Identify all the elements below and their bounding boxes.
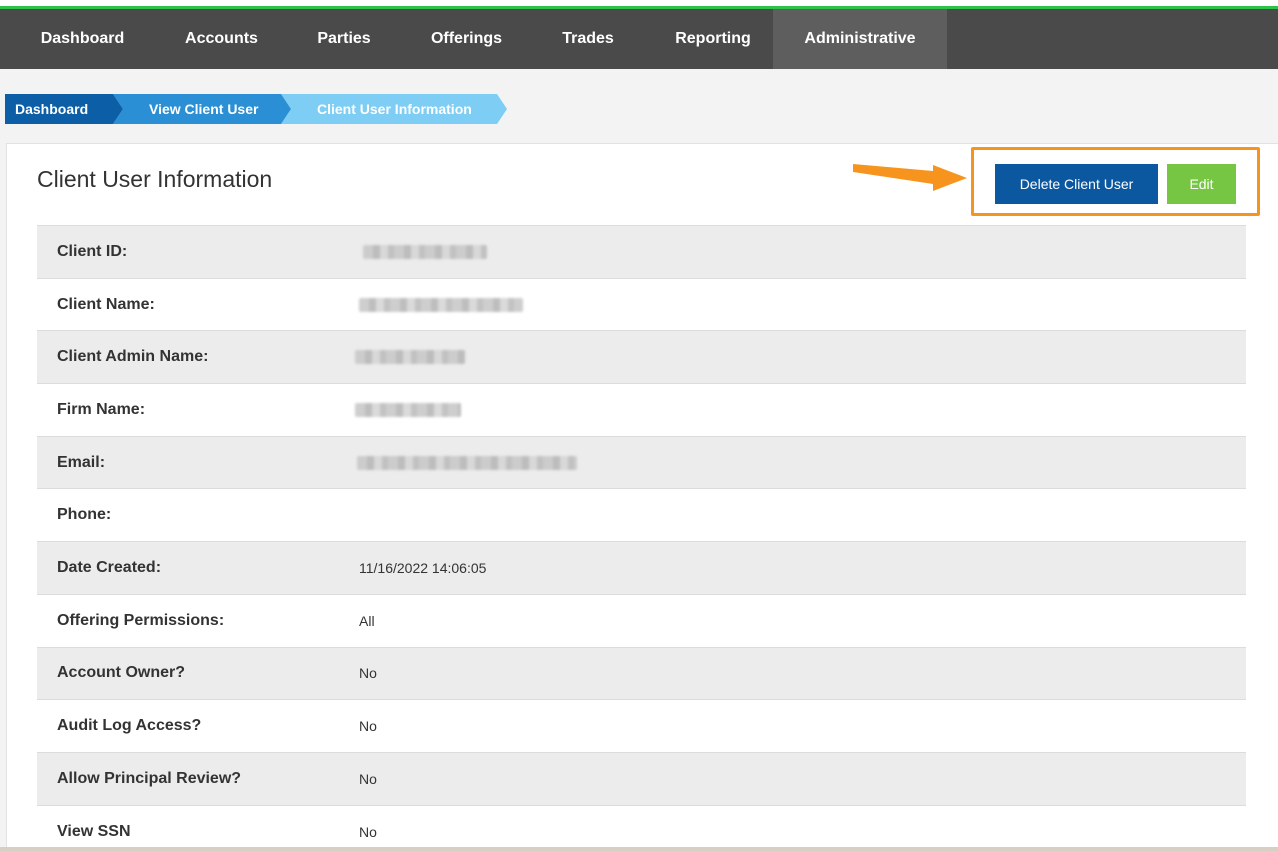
detail-row-allow-principal-review: Allow Principal Review? No bbox=[37, 752, 1246, 806]
main-navbar: Dashboard Accounts Parties Offerings Tra… bbox=[0, 9, 1278, 69]
edit-button[interactable]: Edit bbox=[1167, 164, 1236, 204]
detail-row-client-admin-name: Client Admin Name: bbox=[37, 331, 1246, 385]
client-user-details-table: Client ID: Client Name: Client Admin Nam… bbox=[37, 225, 1246, 851]
detail-value: No bbox=[359, 823, 377, 840]
detail-value: No bbox=[359, 718, 377, 735]
redacted-value bbox=[363, 244, 487, 259]
detail-row-client-name: Client Name: bbox=[37, 279, 1246, 332]
detail-row-email: Email: bbox=[37, 436, 1246, 490]
detail-row-view-ssn: View SSN No bbox=[37, 806, 1246, 851]
detail-row-firm-name: Firm Name: bbox=[37, 384, 1246, 437]
breadcrumb-view-client-user[interactable]: View Client User bbox=[113, 94, 291, 124]
detail-row-client-id: Client ID: bbox=[37, 226, 1246, 279]
redacted-value bbox=[357, 455, 577, 470]
detail-row-offering-permissions: Offering Permissions: All bbox=[37, 595, 1246, 648]
detail-label: Client ID: bbox=[57, 242, 128, 260]
nav-reporting[interactable]: Reporting bbox=[653, 9, 773, 69]
detail-label: Client Admin Name: bbox=[57, 348, 209, 366]
page-title: Client User Information bbox=[37, 166, 273, 192]
detail-value: All bbox=[359, 612, 375, 629]
redacted-value bbox=[355, 402, 461, 417]
breadcrumb-dashboard[interactable]: Dashboard bbox=[5, 94, 123, 124]
redacted-value bbox=[355, 350, 465, 365]
nav-parties[interactable]: Parties bbox=[278, 9, 410, 69]
nav-dashboard[interactable]: Dashboard bbox=[0, 9, 165, 69]
detail-row-account-owner: Account Owner? No bbox=[37, 647, 1246, 701]
nav-trades[interactable]: Trades bbox=[523, 9, 653, 69]
detail-label: Audit Log Access? bbox=[57, 717, 202, 735]
detail-row-date-created: Date Created: 11/16/2022 14:06:05 bbox=[37, 542, 1246, 595]
nav-administrative[interactable]: Administrative bbox=[773, 9, 947, 69]
client-user-panel: Client User Information Delete Client Us… bbox=[6, 143, 1278, 851]
nav-accounts[interactable]: Accounts bbox=[165, 9, 278, 69]
detail-value: No bbox=[359, 770, 377, 787]
detail-label: Email: bbox=[57, 453, 106, 471]
detail-label: Phone: bbox=[57, 506, 112, 524]
detail-value: No bbox=[359, 665, 377, 682]
annotation-arrow-icon bbox=[853, 164, 967, 191]
detail-label: Date Created: bbox=[57, 558, 162, 576]
detail-label: Allow Principal Review? bbox=[57, 769, 242, 787]
nav-offerings[interactable]: Offerings bbox=[410, 9, 523, 69]
detail-row-audit-log-access: Audit Log Access? No bbox=[37, 700, 1246, 753]
detail-label: Client Name: bbox=[57, 295, 155, 313]
detail-value: 11/16/2022 14:06:05 bbox=[359, 559, 487, 576]
detail-label: Offering Permissions: bbox=[57, 611, 225, 629]
breadcrumb: Dashboard View Client User Client User I… bbox=[5, 94, 507, 124]
redacted-value bbox=[359, 297, 523, 312]
breadcrumb-client-user-information: Client User Information bbox=[281, 94, 507, 124]
detail-label: Account Owner? bbox=[57, 664, 186, 682]
detail-label: Firm Name: bbox=[57, 400, 146, 418]
bottom-edge bbox=[0, 847, 1278, 851]
detail-row-phone: Phone: bbox=[37, 489, 1246, 543]
delete-client-user-button[interactable]: Delete Client User bbox=[995, 164, 1158, 204]
detail-label: View SSN bbox=[57, 822, 131, 840]
